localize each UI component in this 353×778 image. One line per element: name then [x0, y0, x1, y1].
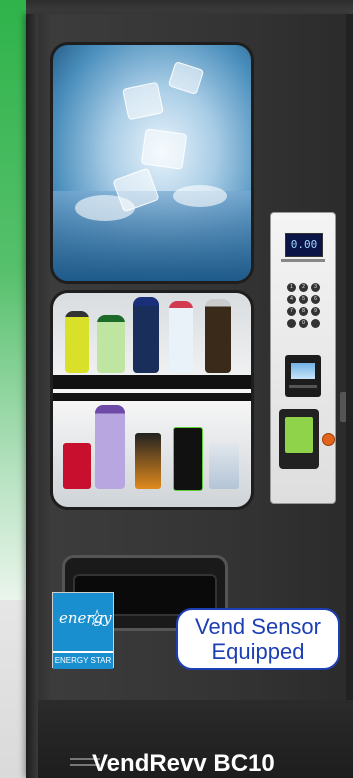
product-bottle [65, 311, 89, 373]
splash [75, 195, 135, 221]
coin-return-button[interactable] [322, 433, 335, 446]
ice-cube [167, 61, 205, 95]
vend-sensor-badge: Vend Sensor Equipped [176, 608, 340, 670]
product-bottle [97, 315, 125, 373]
keypad-key[interactable]: 6 [311, 295, 320, 304]
card-reader-screen [285, 417, 313, 453]
ice-cube [122, 81, 164, 121]
product-bottle [205, 299, 231, 373]
keypad-key[interactable]: 5 [299, 295, 308, 304]
keypad-key[interactable]: 0 [299, 319, 308, 328]
product-can [135, 433, 161, 489]
keypad-key[interactable]: 4 [287, 295, 296, 304]
keypad-key[interactable]: 2 [299, 283, 308, 292]
price-display: 0.00 [285, 233, 323, 257]
star-icon: ☆ [87, 605, 107, 630]
product-bottle [169, 301, 193, 373]
control-panel: 0.00 1 2 3 4 5 6 7 8 9 0 [270, 212, 336, 504]
product-can [173, 427, 203, 491]
keypad-key[interactable]: 1 [287, 283, 296, 292]
shelf-top [53, 375, 251, 389]
vend-sensor-line1: Vend Sensor [195, 614, 321, 639]
bill-acceptor[interactable] [285, 355, 321, 397]
energy-star-label: ENERGY STAR [53, 651, 113, 669]
model-name: VendRevv BC10 [92, 750, 275, 777]
decor-panel-water [50, 42, 254, 284]
shelf-label-strip [53, 393, 251, 401]
bill-slot[interactable] [289, 385, 317, 388]
display-label-strip [281, 259, 325, 262]
keypad-key[interactable]: 3 [311, 283, 320, 292]
card-reader[interactable] [279, 409, 319, 469]
splash [173, 185, 227, 207]
keypad-key[interactable] [287, 319, 296, 328]
machine-side [26, 14, 38, 778]
keypad-key[interactable]: 8 [299, 307, 308, 316]
product-can [63, 443, 91, 489]
energy-star-badge: energy ☆ ENERGY STAR [52, 592, 114, 669]
door-edge [346, 14, 353, 778]
ice-cube [140, 128, 188, 170]
product-bottle [95, 405, 125, 489]
product-window [50, 290, 254, 510]
keypad-key[interactable]: 7 [287, 307, 296, 316]
product-bottle [133, 297, 159, 373]
selection-keypad: 1 2 3 4 5 6 7 8 9 0 [287, 283, 321, 328]
product-can [209, 443, 239, 489]
keypad-key[interactable] [311, 319, 320, 328]
energy-star-logo: energy ☆ [53, 593, 113, 651]
bill-acceptor-label [291, 363, 315, 379]
vend-sensor-line2: Equipped [211, 639, 305, 664]
keypad-key[interactable]: 9 [311, 307, 320, 316]
